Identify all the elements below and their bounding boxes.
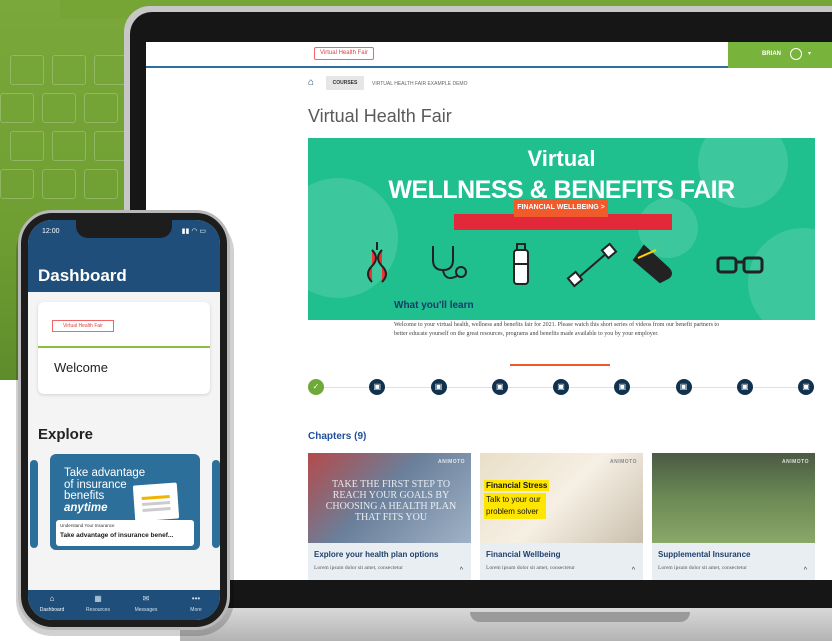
learn-title: What you'll learn — [394, 300, 474, 311]
thumbnail-text: TAKE THE FIRST STEP TO REACH YOUR GOALS … — [325, 479, 457, 523]
carousel-next-peek[interactable] — [212, 460, 220, 548]
chapter-thumbnail: Financial Stress Talk to your our proble… — [480, 453, 643, 543]
status-icons: ▮▮ ◠ ▭ — [181, 228, 206, 235]
hero-line-1: Virtual — [527, 146, 596, 171]
course-card[interactable]: Virtual Health Fair Welcome — [38, 302, 210, 394]
welcome-text: Welcome — [54, 360, 108, 375]
card-title: Explore your health plan options — [314, 550, 439, 559]
user-menu[interactable]: BRIAN ▾ — [728, 42, 832, 68]
chapter-card-3[interactable]: ANIMOTO Supplemental Insurance Lorem ips… — [652, 453, 815, 580]
hero-icons — [367, 242, 764, 288]
top-bar: Virtual Health Fair BRIAN ▾ — [146, 42, 832, 68]
card-divider — [38, 346, 210, 348]
promo-caption: Understand Your Insurance Take advantage… — [56, 520, 194, 546]
promo-caption-small: Understand Your Insurance — [60, 523, 115, 528]
course-pill: Virtual Health Fair — [52, 320, 114, 332]
card-desc: Lorem ipsum dolor sit amet, consectetur — [658, 565, 747, 571]
bottom-nav: ⌂ Dashboard ▦ Resources ✉ Messages ••• M… — [28, 590, 220, 620]
sneaker-icon — [632, 244, 672, 284]
user-name: BRIAN — [762, 51, 781, 57]
home-icon[interactable]: ⌂ — [308, 78, 318, 88]
chapter-thumbnail: ANIMOTO — [652, 453, 815, 543]
promo-line-3: benefits — [64, 490, 105, 502]
chapters-title: Chapters (9) — [308, 431, 367, 442]
financial-wellbeing-button[interactable]: FINANCIAL WELLBEING > — [514, 199, 608, 217]
nav-resources[interactable]: ▦ Resources — [78, 594, 118, 613]
laptop-screen: Virtual Health Fair BRIAN ▾ ⌂ COURSES VI… — [146, 42, 832, 580]
water-bottle-icon — [513, 243, 529, 285]
nav-more[interactable]: ••• More — [176, 594, 216, 613]
promo-line-1: Take advantage — [64, 467, 146, 479]
laptop-notch — [470, 612, 690, 622]
home-icon: ⌂ — [49, 594, 55, 603]
glasses-icon — [716, 256, 764, 274]
dumbbell-icon — [566, 242, 618, 288]
card-desc: Lorem ipsum dolor sit amet, consectetur — [314, 565, 403, 571]
bookmark-step-icon[interactable]: ▣ — [491, 379, 508, 395]
chevron-up-icon[interactable]: ^ — [632, 567, 635, 574]
page-title: Virtual Health Fair — [308, 106, 452, 126]
bookmark-step-icon[interactable]: ▣ — [430, 379, 447, 395]
card-desc: Lorem ipsum dolor sit amet, consectetur — [486, 565, 575, 571]
breadcrumb-courses[interactable]: COURSES — [326, 76, 364, 90]
promo-line-4: anytime — [64, 501, 108, 514]
chevron-up-icon[interactable]: ^ — [804, 567, 807, 574]
phone-page-title: Dashboard — [38, 266, 127, 285]
insurance-document-icon — [132, 482, 180, 522]
status-time: 12:00 — [42, 228, 60, 235]
promo-line-2: of insurance — [64, 478, 127, 491]
course-pill[interactable]: Virtual Health Fair — [314, 47, 374, 60]
card-title: Supplemental Insurance — [658, 550, 751, 559]
bookmark-step-icon[interactable]: ▣ — [798, 379, 814, 395]
nav-label: Resources — [86, 607, 110, 613]
carousel-prev-peek[interactable] — [30, 460, 38, 548]
chapter-card-1[interactable]: TAKE THE FIRST STEP TO REACH YOUR GOALS … — [308, 453, 471, 580]
phone-header: 12:00 ▮▮ ◠ ▭ Dashboard — [28, 220, 220, 292]
chevron-up-icon[interactable]: ^ — [460, 567, 463, 574]
nav-label: More — [190, 607, 202, 613]
user-avatar-icon — [790, 48, 802, 60]
explore-promo-card[interactable]: Take advantage of insurance benefits any… — [50, 454, 200, 550]
bookmark-step-icon[interactable]: ▣ — [369, 379, 386, 395]
chapter-card-2[interactable]: Financial Stress Talk to your our proble… — [480, 453, 643, 580]
hero-banner: Virtual WELLNESS & BENEFITS FAIR FINANCI… — [308, 138, 815, 320]
nav-label: Messages — [134, 607, 158, 613]
chapter-thumbnail: TAKE THE FIRST STEP TO REACH YOUR GOALS … — [308, 453, 471, 543]
explore-heading: Explore — [38, 426, 94, 443]
apple-core-icon — [367, 242, 387, 283]
phone-notch — [76, 220, 172, 238]
learn-text: Welcome to your virtual health, wellness… — [394, 322, 720, 337]
animoto-badge: ANIMOTO — [781, 459, 809, 465]
stethoscope-icon — [432, 246, 467, 279]
completed-step-icon[interactable]: ✓ — [308, 379, 324, 395]
bookmark-step-icon[interactable]: ▣ — [736, 379, 753, 395]
card-title: Financial Wellbeing — [486, 550, 561, 559]
learn-underline — [510, 364, 610, 366]
more-icon: ••• — [191, 594, 201, 603]
phone-screen: 12:00 ▮▮ ◠ ▭ Dashboard Virtual Health Fa… — [28, 220, 220, 620]
chevron-down-icon: ▾ — [808, 51, 812, 57]
promo-caption-big: Take advantage of insurance benef... — [60, 532, 174, 539]
highlight-subtitle: Talk to your our problem solver — [484, 493, 546, 519]
mail-icon: ✉ — [142, 594, 150, 603]
bookmark-step-icon[interactable]: ▣ — [675, 379, 692, 395]
highlight-title: Financial Stress — [484, 480, 550, 491]
animoto-badge: ANIMOTO — [609, 459, 637, 465]
bookmark-step-icon[interactable]: ▣ — [614, 379, 631, 395]
animoto-badge: ANIMOTO — [437, 459, 465, 465]
breadcrumb-current: VIRTUAL HEALTH FAIR EXAMPLE DEMO — [372, 81, 468, 87]
nav-dashboard[interactable]: ⌂ Dashboard — [32, 594, 72, 613]
bookmark-step-icon[interactable]: ▣ — [553, 379, 569, 395]
nav-messages[interactable]: ✉ Messages — [126, 594, 166, 613]
grid-icon: ▦ — [94, 594, 102, 603]
nav-label: Dashboard — [39, 607, 65, 613]
